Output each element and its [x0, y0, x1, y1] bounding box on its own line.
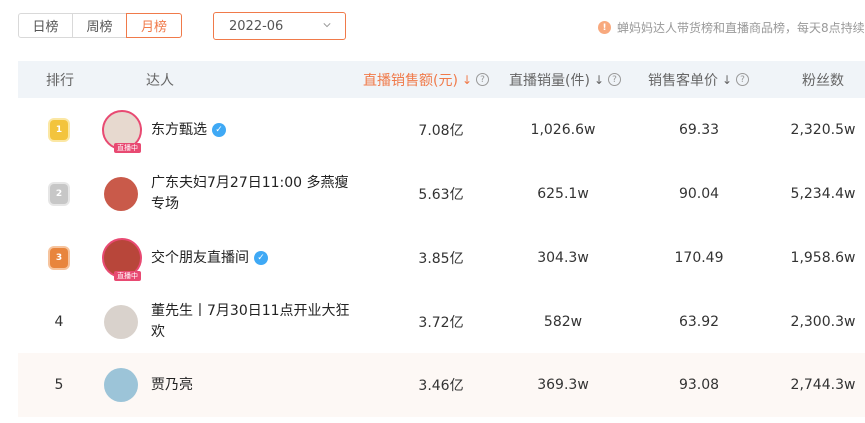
- tab-daily[interactable]: 日榜: [18, 13, 73, 38]
- col-sales-volume-label: 直播销量(件): [509, 72, 590, 89]
- unit-price: 63.92: [678, 314, 720, 330]
- tab-weekly[interactable]: 周榜: [72, 13, 127, 38]
- sort-desc-icon[interactable]: ↓: [722, 73, 732, 87]
- month-picker-value: 2022-06: [229, 18, 284, 34]
- unit-price: 69.33: [678, 122, 720, 138]
- table-row[interactable]: 5 贾乃亮 3.46亿 369.3w 93.08 2,744.3w: [18, 353, 865, 417]
- col-influencer: 达人: [146, 72, 174, 89]
- col-unit-price[interactable]: 销售客单价 ↓ ?: [648, 61, 750, 98]
- table-row[interactable]: 4 董先生丨7月30日11点开业大狂欢 3.72亿 582w 63.92 2,3…: [18, 290, 865, 354]
- sales-volume: 1,026.6w: [530, 122, 596, 138]
- unit-price: 90.04: [678, 186, 720, 202]
- col-fans[interactable]: 粉丝数: [802, 61, 844, 98]
- sales-amount: 3.46亿: [418, 378, 464, 394]
- live-badge: 直播中: [114, 143, 141, 153]
- avatar[interactable]: [104, 305, 138, 339]
- sales-amount: 7.08亿: [418, 123, 464, 139]
- sales-amount: 3.85亿: [418, 251, 464, 267]
- fans-count: 2,744.3w: [790, 377, 856, 393]
- sales-amount: 3.72亿: [418, 315, 464, 331]
- table-row[interactable]: 2 广东夫妇7月27日11:00 多燕瘦专场 5.63亿 625.1w 90.0…: [18, 162, 865, 226]
- table-header: 排行 达人 直播销售额(元) ↓ ? 直播销量(件) ↓ ? 销售客单价 ↓ ?…: [18, 61, 865, 98]
- influencer-name[interactable]: 贾乃亮: [151, 375, 193, 396]
- chevron-down-icon: [323, 23, 331, 28]
- sales-volume: 369.3w: [537, 377, 589, 393]
- col-sales-amount-label: 直播销售额(元): [363, 72, 458, 89]
- help-icon[interactable]: ?: [608, 73, 621, 86]
- fans-count: 2,320.5w: [790, 122, 856, 138]
- help-icon[interactable]: ?: [476, 73, 489, 86]
- influencer-name[interactable]: 广东夫妇7月27日11:00 多燕瘦专场: [151, 173, 351, 215]
- info-icon: !: [598, 21, 611, 34]
- sales-amount: 5.63亿: [418, 187, 464, 203]
- tab-monthly[interactable]: 月榜: [126, 13, 182, 38]
- verified-icon: ✓: [212, 123, 226, 137]
- col-sales-volume[interactable]: 直播销量(件) ↓ ?: [509, 61, 621, 98]
- gold-medal-icon: 1: [50, 120, 68, 140]
- notice-text: 蝉妈妈达人带货榜和直播商品榜，每天8点持续更: [617, 21, 865, 35]
- table-row[interactable]: 1 直播中 东方甄选 ✓ 7.08亿 1,026.6w 69.33 2,320.5…: [18, 98, 865, 162]
- fans-count: 1,958.6w: [790, 250, 856, 266]
- ranking-tabs: 日榜 周榜 月榜: [18, 13, 182, 38]
- sort-desc-icon[interactable]: ↓: [594, 73, 604, 87]
- influencer-name[interactable]: 董先生丨7月30日11点开业大狂欢: [151, 301, 351, 343]
- unit-price: 93.08: [678, 377, 720, 393]
- update-notice: ! 蝉妈妈达人带货榜和直播商品榜，每天8点持续更: [598, 19, 865, 36]
- rank-number: 5: [54, 377, 64, 393]
- verified-icon: ✓: [254, 251, 268, 265]
- silver-medal-icon: 2: [50, 184, 68, 204]
- avatar[interactable]: [104, 177, 138, 211]
- col-sales-amount[interactable]: 直播销售额(元) ↓ ?: [363, 61, 489, 98]
- sales-volume: 304.3w: [537, 250, 589, 266]
- influencer-name[interactable]: 交个朋友直播间: [151, 248, 249, 269]
- col-unit-price-label: 销售客单价: [648, 72, 718, 89]
- fans-count: 2,300.3w: [790, 314, 856, 330]
- unit-price: 170.49: [674, 250, 724, 266]
- month-picker[interactable]: 2022-06: [213, 12, 346, 40]
- sales-volume: 582w: [543, 314, 583, 330]
- avatar[interactable]: [104, 368, 138, 402]
- rank-number: 4: [54, 314, 64, 330]
- live-badge: 直播中: [114, 271, 141, 281]
- table-row[interactable]: 3 直播中 交个朋友直播间 ✓ 3.85亿 304.3w 170.49 1,958…: [18, 226, 865, 290]
- sales-volume: 625.1w: [537, 186, 589, 202]
- col-rank: 排行: [46, 72, 74, 89]
- help-icon[interactable]: ?: [736, 73, 750, 86]
- fans-count: 5,234.4w: [790, 186, 856, 202]
- influencer-name[interactable]: 东方甄选: [151, 120, 207, 141]
- sort-desc-icon[interactable]: ↓: [462, 73, 472, 87]
- bronze-medal-icon: 3: [50, 248, 68, 268]
